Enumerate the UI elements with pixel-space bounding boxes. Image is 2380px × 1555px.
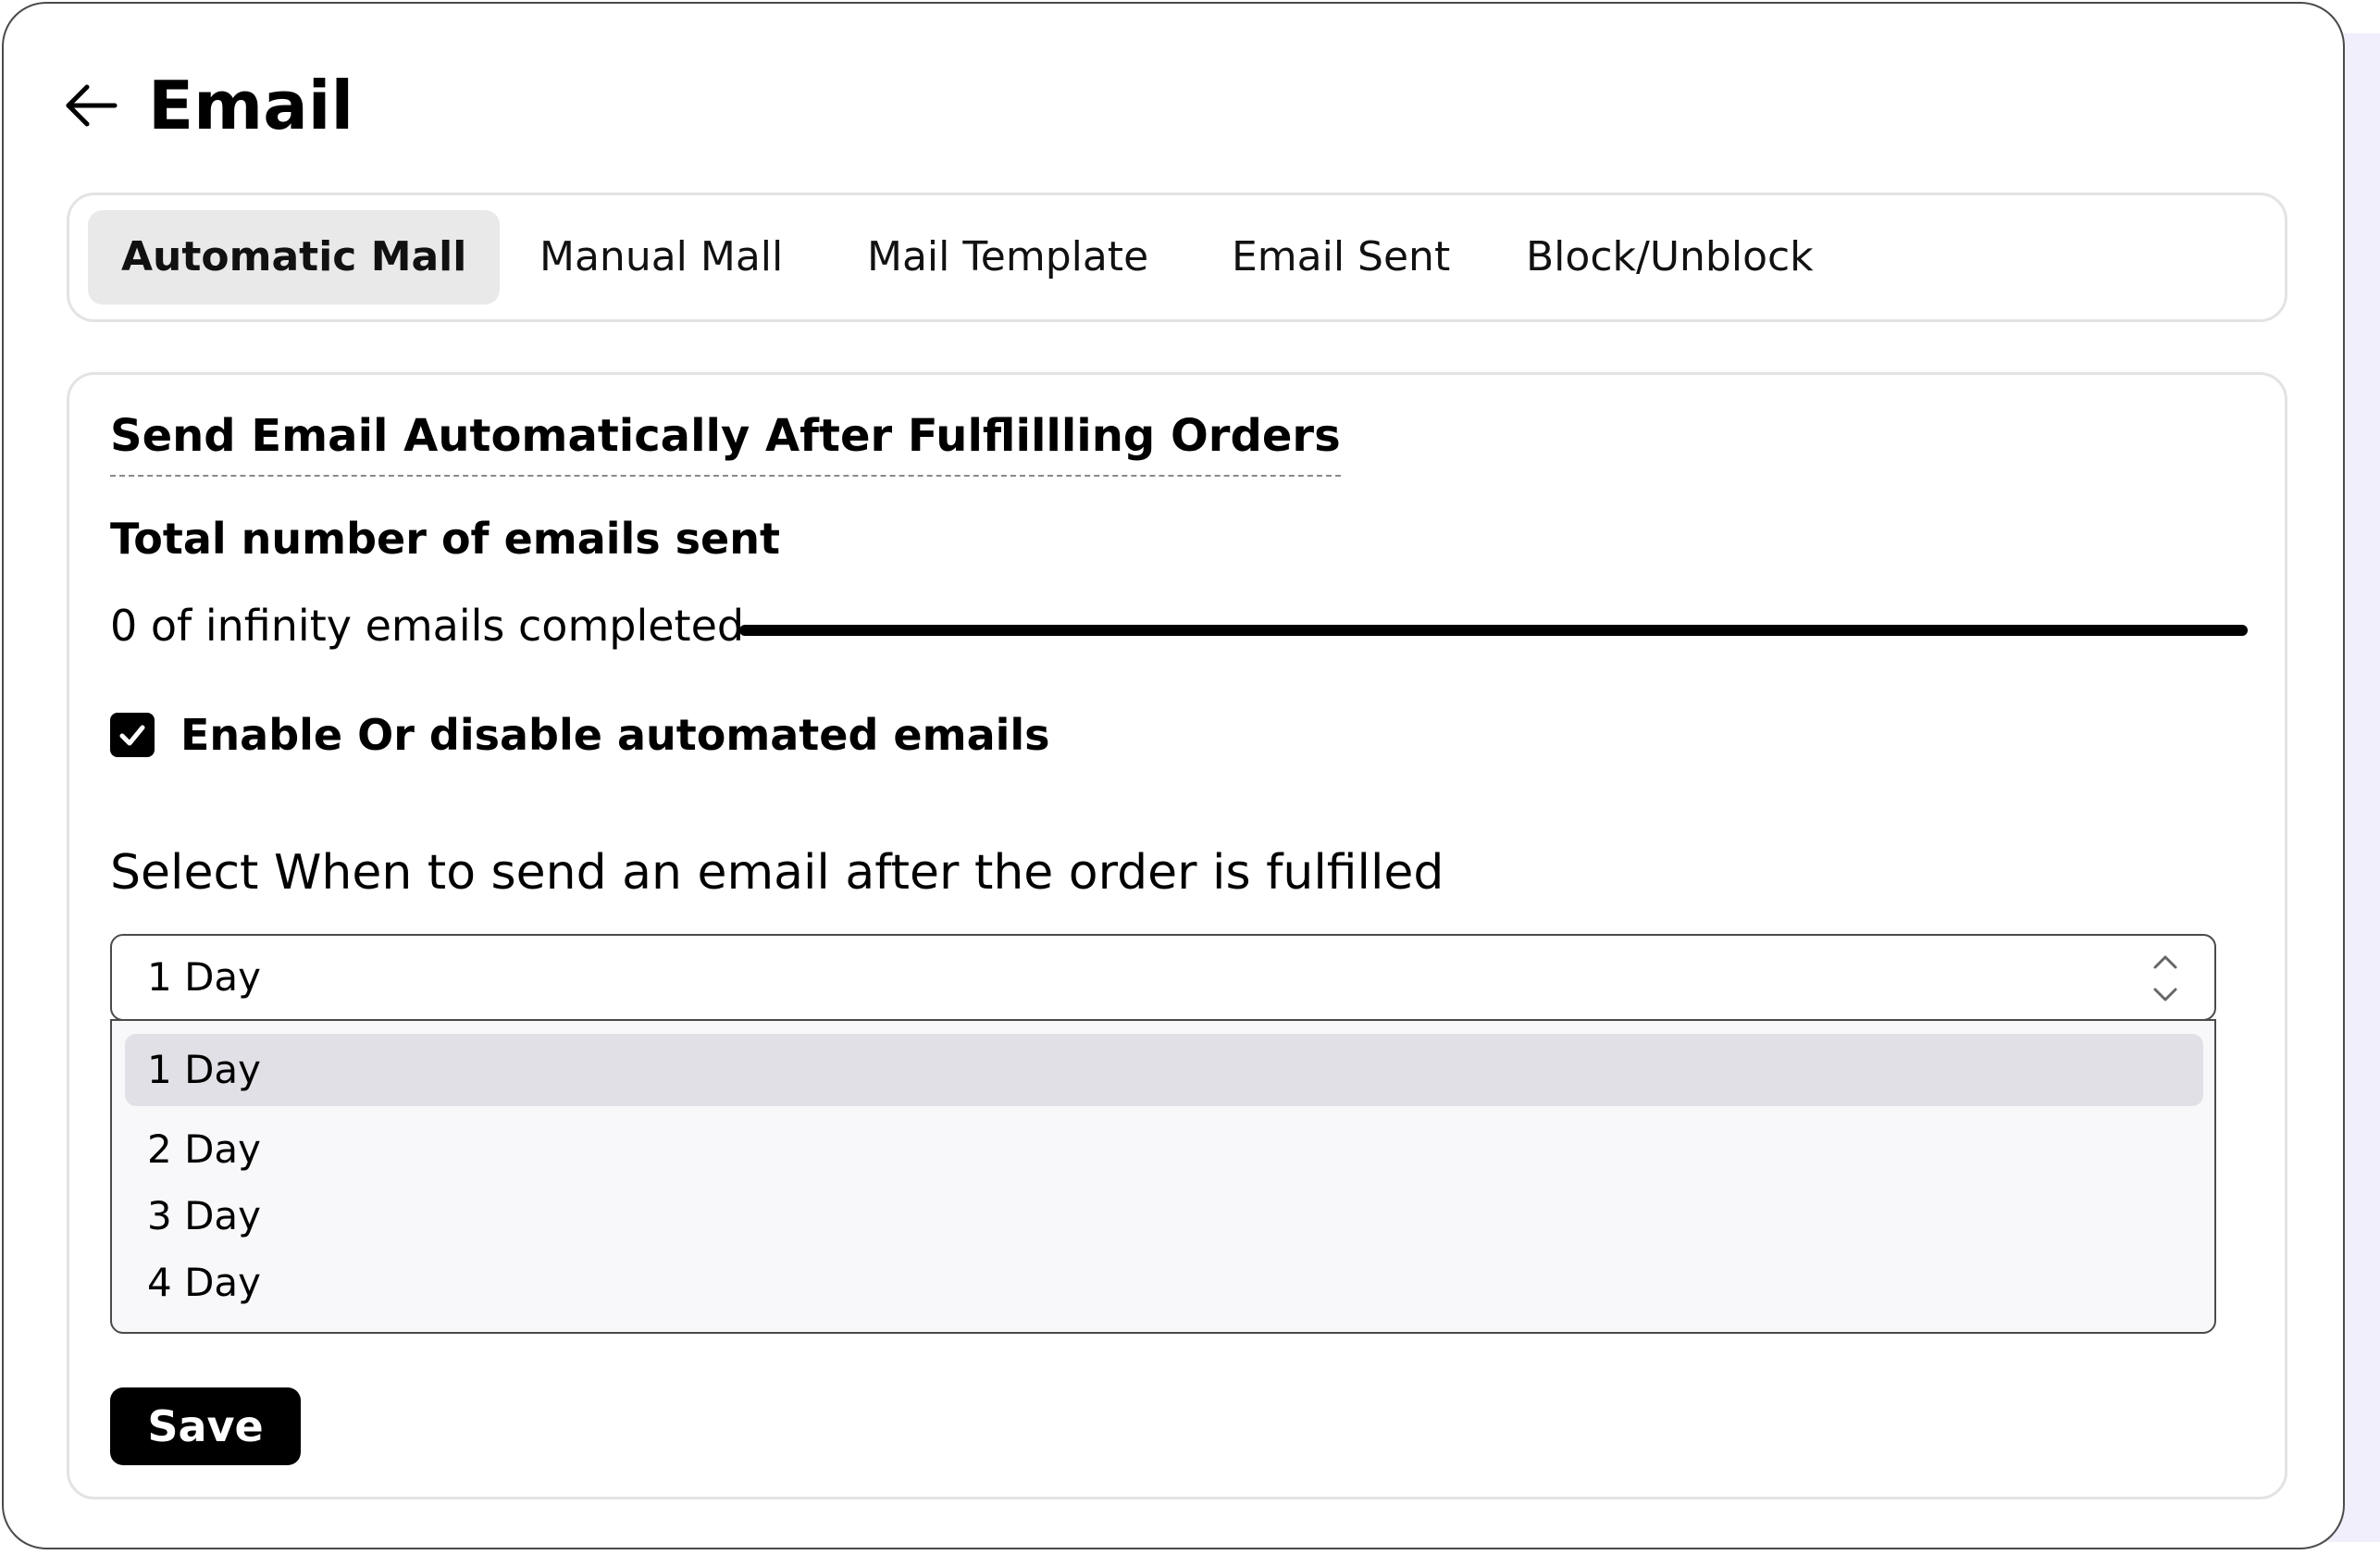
tab-automatic-mall[interactable]: Automatic Mall	[88, 210, 501, 305]
tab-block-unblock[interactable]: Block/Unblock	[1526, 210, 1814, 305]
enable-automated-emails-checkbox[interactable]	[110, 713, 155, 757]
tab-manual-mall[interactable]: Manual Mall	[539, 210, 783, 305]
automated-emails-toggle-row[interactable]: Enable Or disable automated emails	[110, 710, 1050, 760]
option-3-day[interactable]: 3 Day	[125, 1180, 2203, 1252]
send-delay-select[interactable]: 1 Day	[110, 934, 2216, 1021]
arrow-left-icon[interactable]	[65, 82, 118, 129]
email-settings-window: Email Automatic Mall Manual Mall Mail Te…	[2, 2, 2345, 1549]
checkmark-icon	[119, 725, 145, 746]
automatic-mail-panel: Send Email Automatically After Fulflilll…	[67, 372, 2287, 1499]
progress-bar	[739, 625, 2248, 636]
checkbox-label: Enable Or disable automated emails	[180, 710, 1050, 760]
tab-email-sent[interactable]: Email Sent	[1232, 210, 1450, 305]
tab-mail-template[interactable]: Mail Template	[867, 210, 1148, 305]
progress-text: 0 of infinity emails completed	[110, 601, 745, 651]
chevron-up-down-icon	[2151, 949, 2179, 1008]
section-title: Send Email Automatically After Fulflilll…	[110, 410, 1341, 477]
select-value: 1 Day	[147, 954, 262, 1000]
emails-sent-label: Total number of emails sent	[110, 514, 780, 564]
option-4-day[interactable]: 4 Day	[125, 1247, 2203, 1319]
page-header: Email	[65, 61, 353, 150]
send-delay-dropdown: 1 Day 2 Day 3 Day 4 Day	[110, 1019, 2216, 1334]
save-button[interactable]: Save	[110, 1387, 301, 1465]
page-title: Email	[148, 67, 354, 144]
select-prompt: Select When to send an email after the o…	[110, 845, 1444, 901]
tab-bar: Automatic Mall Manual Mall Mail Template…	[67, 193, 2287, 322]
option-1-day[interactable]: 1 Day	[125, 1034, 2203, 1106]
option-2-day[interactable]: 2 Day	[125, 1113, 2203, 1186]
